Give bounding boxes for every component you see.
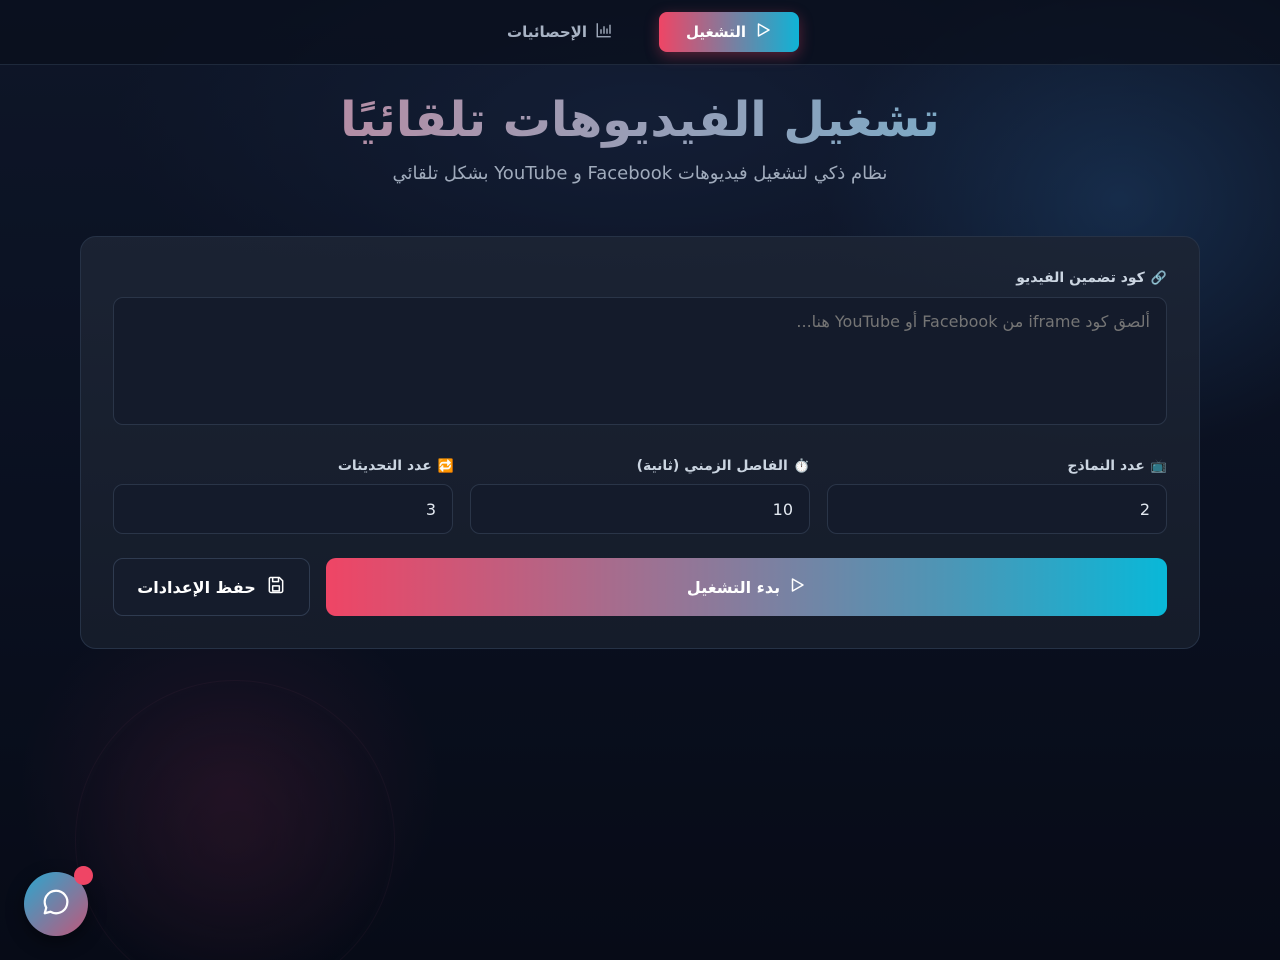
nav-stats-button[interactable]: الإحصائيات <box>495 12 625 52</box>
notification-badge <box>74 866 93 885</box>
models-count-input[interactable]: 2 <box>827 484 1167 534</box>
bar-chart-icon <box>595 21 613 43</box>
tv-icon: 📺 <box>1150 458 1167 474</box>
page-title: تشغيل الفيديوهات تلقائيًا <box>0 88 1280 152</box>
start-playback-label: بدء التشغيل <box>686 577 781 597</box>
play-icon <box>788 576 806 598</box>
interval-label: ⏱️ الفاصل الزمني (ثانية) <box>637 458 810 474</box>
settings-card: 🔗 كود تضمين الفيديو 📺 عدد النماذج ⏱️ الف… <box>80 236 1200 649</box>
models-count-label-text: عدد النماذج <box>1067 458 1145 474</box>
models-count-label: 📺 عدد النماذج <box>1067 458 1167 474</box>
save-settings-label: حفظ الإعدادات <box>137 577 256 597</box>
interval-input[interactable]: 10 <box>470 484 810 534</box>
repeat-icon: 🔁 <box>437 458 454 474</box>
refresh-count-label-text: عدد التحديثات <box>337 458 432 474</box>
models-count-value: 2 <box>1139 499 1150 519</box>
top-nav-bar: التشغيل الإحصائيات <box>0 0 1280 65</box>
embed-code-label-text: كود تضمين الفيديو <box>1016 270 1145 286</box>
chat-bubble-icon <box>41 887 71 921</box>
link-icon: 🔗 <box>1150 270 1167 286</box>
embed-code-label: 🔗 كود تضمين الفيديو <box>1016 270 1167 286</box>
nav-run-button[interactable]: التشغيل <box>659 12 799 52</box>
refresh-count-input[interactable]: 3 <box>113 484 453 534</box>
refresh-count-label: 🔁 عدد التحديثات <box>338 458 454 474</box>
stopwatch-icon: ⏱️ <box>793 458 810 474</box>
embed-code-input[interactable] <box>113 297 1167 425</box>
interval-label-text: الفاصل الزمني (ثانية) <box>636 458 788 474</box>
nav-run-label: التشغيل <box>685 23 747 41</box>
save-icon <box>266 575 286 599</box>
save-settings-button[interactable]: حفظ الإعدادات <box>113 558 310 616</box>
play-icon <box>754 21 772 43</box>
start-playback-button[interactable]: بدء التشغيل <box>326 558 1167 616</box>
background-glow-circle <box>75 680 395 960</box>
refresh-count-value: 3 <box>425 499 436 519</box>
interval-value: 10 <box>772 499 793 519</box>
page-subtitle: نظام ذكي لتشغيل فيديوهات Facebook و YouT… <box>392 163 888 184</box>
nav-stats-label: الإحصائيات <box>507 23 587 41</box>
